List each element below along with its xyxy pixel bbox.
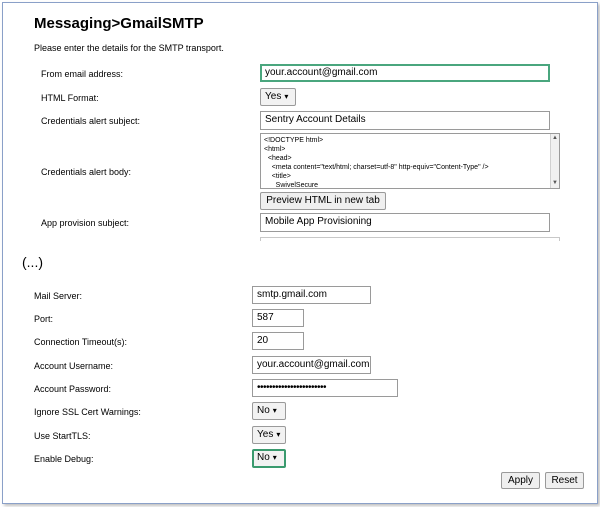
body-line: <title>	[264, 173, 291, 180]
ignore-ssl-value: No	[257, 405, 270, 416]
account-password-label: Account Password:	[34, 384, 112, 394]
html-format-label: HTML Format:	[41, 93, 99, 103]
cropped-field-edge	[260, 237, 560, 241]
credentials-body-label: Credentials alert body:	[41, 167, 132, 177]
chevron-down-icon: ▾	[272, 453, 277, 462]
textarea-scrollbar[interactable]: ▲ ▼	[550, 134, 559, 188]
body-line: SwivelSecure	[264, 182, 319, 189]
app-provision-label: App provision subject:	[41, 218, 130, 228]
apply-button[interactable]: Apply	[501, 472, 540, 489]
account-password-input[interactable]: •••••••••••••••••••••••	[252, 379, 398, 397]
chevron-down-icon: ▾	[272, 406, 277, 415]
reset-button[interactable]: Reset	[545, 472, 584, 489]
enable-debug-label: Enable Debug:	[34, 454, 94, 464]
body-line: <html>	[264, 146, 286, 153]
preview-html-button[interactable]: Preview HTML in new tab	[260, 192, 386, 210]
ignore-ssl-select[interactable]: No ▾	[252, 402, 286, 420]
body-line: <head>	[264, 155, 292, 162]
ignore-ssl-label: Ignore SSL Cert Warnings:	[34, 407, 141, 417]
page-description: Please enter the details for the SMTP tr…	[34, 43, 224, 53]
page-title: Messaging>GmailSMTP	[34, 15, 204, 32]
connection-timeout-input[interactable]: 20	[252, 332, 304, 350]
scroll-down-icon[interactable]: ▼	[552, 179, 558, 188]
mail-server-input[interactable]: smtp.gmail.com	[252, 286, 371, 304]
body-line: <!DOCTYPE html>	[264, 137, 324, 144]
starttls-select[interactable]: Yes ▾	[252, 426, 286, 444]
from-email-input[interactable]: your.account@gmail.com	[260, 64, 550, 82]
starttls-label: Use StartTLS:	[34, 431, 91, 441]
app-provision-input[interactable]: Mobile App Provisioning	[260, 213, 550, 232]
account-username-input[interactable]: your.account@gmail.com	[252, 356, 371, 374]
credentials-body-textarea[interactable]: <!DOCTYPE html> <html> <head> <meta cont…	[260, 133, 560, 189]
omitted-section-marker: (...)	[22, 254, 43, 270]
mail-server-label: Mail Server:	[34, 291, 83, 301]
connection-timeout-label: Connection Timeout(s):	[34, 337, 128, 347]
starttls-value: Yes	[257, 429, 274, 440]
chevron-down-icon: ▾	[276, 430, 281, 439]
body-line: <meta content="text/html; charset=utf-8"…	[264, 164, 489, 171]
from-email-label: From email address:	[41, 69, 124, 79]
html-format-select[interactable]: Yes ▾	[260, 88, 296, 106]
port-input[interactable]: 587	[252, 309, 304, 327]
html-format-value: Yes	[265, 91, 282, 102]
credentials-subject-label: Credentials alert subject:	[41, 116, 141, 126]
enable-debug-select[interactable]: No ▾	[252, 449, 286, 468]
account-username-label: Account Username:	[34, 361, 114, 371]
enable-debug-value: No	[257, 452, 270, 463]
port-label: Port:	[34, 314, 54, 324]
credentials-subject-input[interactable]: Sentry Account Details	[260, 111, 550, 130]
chevron-down-icon: ▾	[284, 92, 289, 101]
scroll-up-icon[interactable]: ▲	[552, 134, 558, 143]
